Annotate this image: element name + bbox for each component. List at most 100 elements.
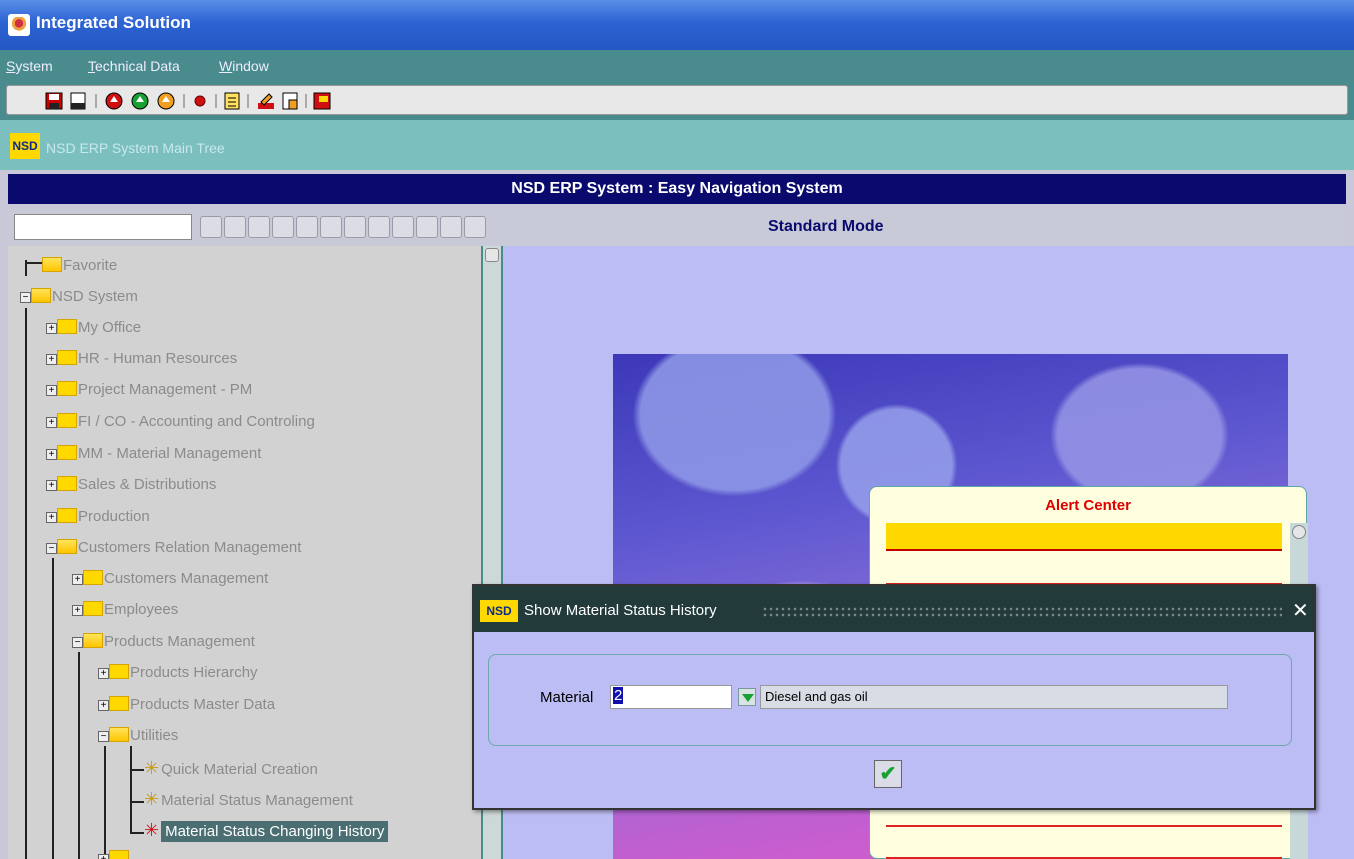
- nsd-logo: NSD: [10, 133, 40, 159]
- checkmark-icon[interactable]: ✔: [874, 760, 902, 788]
- attach-icon[interactable]: [281, 92, 299, 110]
- expand-icon[interactable]: +: [46, 512, 57, 523]
- form-icon[interactable]: [344, 216, 366, 238]
- expand-icon[interactable]: +: [46, 449, 57, 460]
- toolbar-separator: [215, 94, 217, 108]
- list-view-icon[interactable]: [440, 216, 462, 238]
- scroll-up-icon[interactable]: [485, 248, 499, 262]
- form-star-icon: ✳: [144, 758, 160, 778]
- tree-item-fi-co[interactable]: + FI / CO - Accounting and Controling: [46, 411, 315, 433]
- collapse-icon[interactable]: −: [72, 637, 83, 648]
- folder-icon: [83, 633, 103, 648]
- edit-icon[interactable]: [257, 92, 275, 110]
- mode-bar: Standard Mode: [8, 208, 1346, 246]
- form-star-icon: ✳: [144, 789, 160, 809]
- tree-item-material-status-management[interactable]: ✳ Material Status Management: [144, 788, 353, 810]
- refresh-icon[interactable]: [248, 216, 270, 238]
- folder-icon: [83, 601, 103, 616]
- nav-orange-icon[interactable]: [157, 92, 175, 110]
- sync-icon[interactable]: [416, 216, 438, 238]
- folder-icon: [57, 413, 77, 428]
- alert-row[interactable]: [886, 825, 1282, 827]
- scroll-up-icon[interactable]: [1292, 525, 1306, 539]
- material-description-field[interactable]: Diesel and gas oil: [760, 685, 1228, 709]
- key-icon[interactable]: [272, 216, 294, 238]
- expand-icon[interactable]: +: [98, 854, 109, 859]
- collapse-icon[interactable]: −: [98, 731, 109, 742]
- alert-center-title: Alert Center: [1045, 497, 1131, 514]
- menu-window[interactable]: Window: [219, 58, 269, 74]
- pencil-icon[interactable]: [296, 216, 318, 238]
- folder-icon: [57, 350, 77, 365]
- close-icon[interactable]: ✕: [1292, 598, 1309, 623]
- wand-icon[interactable]: [464, 216, 486, 238]
- tree-item-utilities[interactable]: − Utilities: [98, 725, 178, 747]
- check-icon[interactable]: [200, 216, 222, 238]
- tree-item-products-management[interactable]: − Products Management: [72, 631, 255, 653]
- nsd-logo: NSD: [480, 600, 518, 622]
- folder-icon: [57, 381, 77, 396]
- tree-item-crm[interactable]: − Customers Relation Management: [46, 537, 301, 559]
- collapse-icon[interactable]: −: [46, 543, 57, 554]
- expand-icon[interactable]: +: [46, 480, 57, 491]
- exit-icon[interactable]: [313, 92, 331, 110]
- expand-icon[interactable]: +: [46, 417, 57, 428]
- tree-item-sales[interactable]: + Sales & Distributions: [46, 474, 216, 496]
- window-icon[interactable]: [224, 216, 246, 238]
- folder-icon: [57, 539, 77, 554]
- mode-label: Standard Mode: [768, 218, 884, 235]
- drag-grip[interactable]: [762, 606, 1282, 618]
- expand-icon[interactable]: +: [46, 323, 57, 334]
- expand-icon[interactable]: +: [72, 574, 83, 585]
- folder-icon: [109, 696, 129, 711]
- tree-item-mm[interactable]: + MM - Material Management: [46, 443, 261, 465]
- info-icon[interactable]: [392, 216, 414, 238]
- toolbar-separator: [95, 94, 97, 108]
- search-input[interactable]: [14, 214, 192, 240]
- menu-bar: System Technical Data Window: [0, 50, 1354, 80]
- folder-icon: [57, 508, 77, 523]
- expand-icon[interactable]: +: [46, 354, 57, 365]
- material-lov-button[interactable]: [738, 688, 756, 706]
- record-icon[interactable]: [191, 92, 209, 110]
- toolbar-separator: [183, 94, 185, 108]
- menu-technical-data[interactable]: Technical Data: [88, 58, 180, 74]
- tree-item-nsd-system[interactable]: − NSD System: [20, 286, 138, 308]
- save-icon[interactable]: [45, 92, 63, 110]
- expand-icon[interactable]: +: [98, 700, 109, 711]
- material-code-field[interactable]: 2: [610, 685, 732, 709]
- menu-system[interactable]: System: [6, 58, 53, 74]
- print-icon[interactable]: [69, 92, 87, 110]
- expand-icon[interactable]: +: [72, 605, 83, 616]
- grid-icon[interactable]: [320, 216, 342, 238]
- link-icon[interactable]: [368, 216, 390, 238]
- tree-item-quick-material-creation[interactable]: ✳ Quick Material Creation: [144, 757, 318, 779]
- nav-red-icon[interactable]: [105, 92, 123, 110]
- expand-icon[interactable]: +: [46, 385, 57, 396]
- tree-item-my-office[interactable]: + My Office: [46, 317, 141, 339]
- tree-item-customers-management[interactable]: + Customers Management: [72, 568, 268, 590]
- alert-row[interactable]: [886, 523, 1282, 551]
- tree-item-products-hierarchy[interactable]: + Products Hierarchy: [98, 662, 258, 684]
- nav-green-icon[interactable]: [131, 92, 149, 110]
- app-icon: [8, 14, 30, 36]
- tree-item-employees[interactable]: + Employees: [72, 599, 178, 621]
- material-status-history-dialog: NSD Show Material Status History ✕ Mater…: [472, 584, 1316, 810]
- dialog-title: Show Material Status History: [524, 602, 717, 619]
- tree-item-project-management[interactable]: + Project Management - PM: [46, 379, 252, 401]
- tree-item-favorite[interactable]: Favorite: [42, 255, 117, 277]
- tree-item-products-master-data[interactable]: + Products Master Data: [98, 694, 275, 716]
- tree-item-production[interactable]: + Production: [46, 506, 150, 528]
- folder-icon: [109, 664, 129, 679]
- expand-icon[interactable]: +: [98, 668, 109, 679]
- window-titlebar: Integrated Solution: [0, 0, 1354, 50]
- toolbar-separator: [247, 94, 249, 108]
- material-label: Material: [540, 689, 594, 706]
- dialog-titlebar[interactable]: NSD Show Material Status History ✕: [474, 586, 1314, 632]
- toolbar-separator: [305, 94, 307, 108]
- list-icon[interactable]: [223, 92, 241, 110]
- collapse-icon[interactable]: −: [20, 292, 31, 303]
- folder-icon: [57, 476, 77, 491]
- tree-item-hr[interactable]: + HR - Human Resources: [46, 348, 237, 370]
- tree-item-material-status-changing-history[interactable]: ✳ Material Status Changing History: [144, 819, 389, 842]
